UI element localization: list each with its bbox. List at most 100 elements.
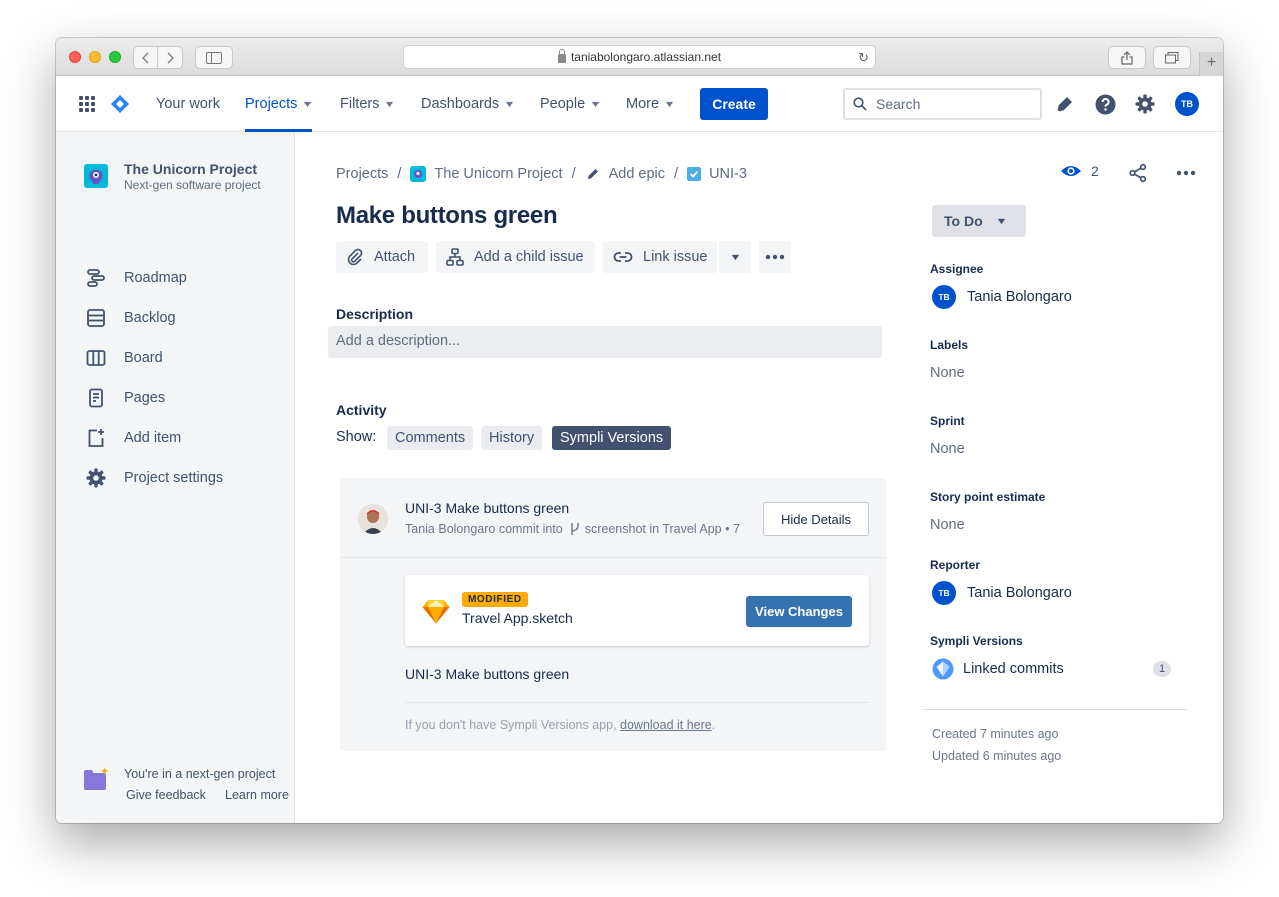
pages-icon [84, 386, 108, 410]
more-issue-actions-button[interactable] [759, 241, 791, 273]
labels-field[interactable]: None [930, 365, 965, 381]
description-field[interactable]: Add a description... [328, 326, 882, 358]
help-icon [1095, 94, 1115, 114]
share-icon [1129, 163, 1147, 183]
sidebar-item-label: Pages [124, 390, 166, 406]
breadcrumb: Projects / The Unicorn Project / Add epi… [336, 165, 747, 183]
nav-projects-label: Projects [245, 96, 298, 112]
learn-more-link[interactable]: Learn more [225, 788, 289, 802]
url-text: taniabolongaro.atlassian.net [570, 50, 722, 64]
share-button[interactable] [1108, 46, 1146, 69]
roadmap-icon [84, 266, 108, 290]
breadcrumb-separator: / [397, 166, 402, 182]
download-link[interactable]: download it here [620, 718, 712, 732]
sidebar-item-label: Project settings [124, 470, 224, 486]
attach-button[interactable]: Attach [336, 241, 428, 273]
browser-toolbar: taniabolongaro.atlassian.net ↻ + [56, 38, 1223, 76]
sprint-field[interactable]: None [930, 441, 965, 457]
sidebar-item-backlog[interactable]: Backlog [84, 306, 176, 330]
notifications-button[interactable] [1054, 93, 1076, 115]
reload-icon[interactable]: ↻ [858, 50, 869, 66]
sidebar-icon [206, 51, 222, 64]
project-sidebar: The Unicorn Project Next-gen software pr… [56, 132, 295, 823]
breadcrumb-separator: / [674, 166, 679, 182]
activity-heading: Activity [336, 402, 387, 418]
help-button[interactable] [1094, 93, 1116, 115]
file-change-card: MODIFIED Travel App.sketch View Changes [405, 575, 869, 646]
sympli-footer-text: If you don't have Sympli Versions app, [405, 718, 621, 732]
zoom-window-button[interactable] [109, 51, 121, 63]
link-issue-button[interactable]: Link issue [603, 241, 717, 273]
chevron-down-icon: ▼ [301, 99, 315, 109]
reporter-field[interactable]: TB Tania Bolongaro [932, 581, 1072, 605]
breadcrumb-project[interactable]: The Unicorn Project [434, 166, 562, 182]
nav-your-work[interactable]: Your work [156, 76, 220, 132]
story-point-label: Story point estimate [930, 490, 1046, 504]
paperclip-icon [347, 248, 363, 266]
breadcrumb-add-epic[interactable]: Add epic [609, 166, 665, 182]
app-switcher-button[interactable] [76, 93, 98, 115]
minimize-window-button[interactable] [89, 51, 101, 63]
tab-sympli-versions[interactable]: Sympli Versions [552, 426, 672, 450]
sympli-versions-label: Sympli Versions [930, 634, 1023, 648]
address-bar[interactable]: taniabolongaro.atlassian.net ↻ [403, 45, 876, 69]
story-point-field[interactable]: None [930, 517, 965, 533]
breadcrumb-issue-key[interactable]: UNI-3 [709, 166, 747, 182]
created-timestamp: Created 7 minutes ago [932, 727, 1059, 741]
status-dropdown[interactable]: To Do ▼ [932, 205, 1026, 237]
back-button[interactable] [133, 46, 158, 69]
commit-author-avatar [358, 504, 388, 534]
settings-button[interactable] [1134, 93, 1156, 115]
show-label: Show: [336, 429, 377, 445]
commit-header: UNI-3 Make buttons green Tania Bolongaro… [340, 478, 886, 558]
chevron-down-icon: ▼ [589, 99, 602, 109]
tab-history[interactable]: History [481, 426, 543, 450]
tabs-overview-button[interactable] [1153, 46, 1191, 69]
nav-more[interactable]: More ▼ [626, 76, 676, 132]
new-tab-button[interactable]: + [1199, 52, 1223, 76]
sidebar-item-board[interactable]: Board [84, 346, 163, 370]
ellipsis-icon [1176, 170, 1196, 176]
project-avatar[interactable] [84, 164, 108, 188]
link-issue-dropdown[interactable]: ▼ [719, 241, 751, 273]
sidebar-item-roadmap[interactable]: Roadmap [84, 266, 187, 290]
linked-commits-row[interactable]: Linked commits 1 [932, 658, 1171, 680]
search-icon [853, 97, 867, 111]
nav-people[interactable]: People ▼ [540, 76, 602, 132]
close-window-button[interactable] [69, 51, 81, 63]
jira-logo[interactable] [109, 93, 131, 115]
watch-button[interactable]: 2 [1060, 163, 1099, 179]
sidebar-item-add-item[interactable]: Add item [84, 426, 181, 450]
share-issue-button[interactable] [1127, 162, 1149, 184]
link-icon [613, 252, 633, 262]
hide-details-button[interactable]: Hide Details [763, 502, 869, 536]
issue-title[interactable]: Make buttons green [336, 202, 558, 230]
breadcrumb-projects[interactable]: Projects [336, 166, 388, 182]
sidebar-item-pages[interactable]: Pages [84, 386, 165, 410]
commit-meta: Tania Bolongaro commit into screenshot i… [405, 522, 740, 536]
sidebar-item-project-settings[interactable]: Project settings [84, 466, 223, 490]
view-changes-button[interactable]: View Changes [746, 596, 852, 627]
add-item-icon [84, 426, 108, 450]
sympli-footer: If you don't have Sympli Versions app, d… [405, 718, 715, 732]
nav-dashboards[interactable]: Dashboards ▼ [421, 76, 516, 132]
create-button[interactable]: Create [700, 88, 768, 120]
assignee-field[interactable]: TB Tania Bolongaro [932, 285, 1072, 309]
project-type: Next-gen software project [124, 178, 261, 192]
add-child-issue-label: Add a child issue [474, 249, 584, 265]
assignee-avatar: TB [932, 285, 956, 309]
nav-projects[interactable]: Projects ▼ [245, 76, 315, 132]
nav-filters[interactable]: Filters ▼ [340, 76, 396, 132]
sidebar-toggle-button[interactable] [195, 46, 233, 69]
give-feedback-link[interactable]: Give feedback [126, 788, 206, 802]
more-actions-button[interactable] [1175, 162, 1197, 184]
project-name[interactable]: The Unicorn Project [124, 161, 257, 177]
search-input[interactable]: Search [843, 88, 1042, 120]
unicorn-icon [89, 169, 103, 184]
file-name: Travel App.sketch [462, 610, 573, 626]
add-child-issue-button[interactable]: Add a child issue [436, 241, 595, 273]
search-placeholder: Search [876, 96, 921, 112]
forward-button[interactable] [158, 46, 183, 69]
user-avatar[interactable]: TB [1175, 92, 1199, 116]
tab-comments[interactable]: Comments [387, 426, 474, 450]
